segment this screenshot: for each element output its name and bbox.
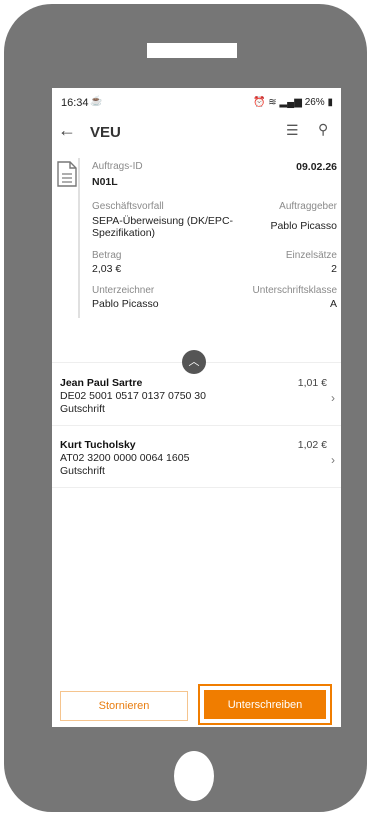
row-divider	[52, 425, 341, 426]
wifi-icon: ≋	[268, 97, 277, 108]
row-divider	[52, 487, 341, 488]
signal-icon: ▂▄▆	[279, 97, 302, 108]
sigclass-label: Unterschriftsklasse	[252, 285, 337, 296]
chevron-up-icon[interactable]: ︿	[182, 350, 206, 374]
phone-speaker	[147, 43, 237, 58]
cancel-button[interactable]: Stornieren	[60, 691, 188, 721]
sigclass-value: A	[329, 298, 337, 310]
payment-type: Gutschrift	[60, 403, 105, 415]
items-value: 2	[331, 263, 337, 275]
filter-list-icon[interactable]: ☰	[286, 122, 299, 139]
alarm-icon: ⏰	[253, 97, 266, 108]
battery-icon: ▮	[327, 97, 333, 108]
notification-icon: ☕	[90, 96, 103, 107]
status-icons: ⏰ ≋ ▂▄▆ 26% ▮	[253, 97, 333, 108]
items-label: Einzelsätze	[285, 250, 337, 261]
payee-name: Kurt Tucholsky	[60, 439, 136, 451]
back-arrow-icon[interactable]: ←	[58, 120, 76, 141]
home-button[interactable]	[174, 751, 214, 801]
payment-amount: 1,02 €	[297, 439, 327, 451]
order-id-value: N01L	[92, 176, 118, 188]
signer-label: Unterzeichner	[92, 285, 155, 296]
battery-level: 26%	[304, 97, 325, 108]
chevron-right-icon[interactable]: ›	[331, 391, 335, 405]
signer-value: Pablo Picasso	[92, 298, 159, 310]
detail-divider	[78, 158, 80, 318]
document-icon	[57, 161, 77, 187]
order-date: 09.02.26	[296, 161, 337, 173]
amount-value: 2,03 €	[92, 263, 122, 275]
app-bar: ← VEU ☰ ⚲	[52, 116, 341, 148]
principal-label: Auftraggeber	[279, 201, 337, 212]
order-id-label: Auftrags-ID	[92, 161, 143, 172]
payee-iban: DE02 5001 0517 0137 0750 30	[60, 390, 206, 402]
payment-type: Gutschrift	[60, 465, 105, 477]
phone-frame: 16:34 ☕ ⏰ ≋ ▂▄▆ 26% ▮ ← VEU ☰ ⚲ Auftrags…	[4, 4, 367, 812]
business-label: Geschäftsvorfall	[92, 201, 164, 212]
payee-name: Jean Paul Sartre	[60, 377, 143, 389]
sign-button[interactable]: Unterschreiben	[204, 690, 326, 719]
chevron-right-icon[interactable]: ›	[331, 453, 335, 467]
app-screen: 16:34 ☕ ⏰ ≋ ▂▄▆ 26% ▮ ← VEU ☰ ⚲ Auftrags…	[52, 88, 341, 727]
status-time: 16:34	[61, 97, 89, 109]
principal-value: Pablo Picasso	[270, 220, 337, 232]
sign-button-highlight: Unterschreiben	[198, 684, 332, 725]
business-value-line1: SEPA-Überweisung (DK/EPC-	[92, 215, 234, 227]
status-bar: 16:34 ☕ ⏰ ≋ ▂▄▆ 26% ▮	[52, 88, 341, 116]
page-title: VEU	[90, 124, 121, 141]
payment-amount: 1,01 €	[297, 377, 327, 389]
amount-label: Betrag	[92, 250, 122, 261]
search-icon[interactable]: ⚲	[318, 121, 328, 138]
payee-iban: AT02 3200 0000 0064 1605	[60, 452, 190, 464]
business-value-line2: Spezifikation)	[92, 227, 156, 239]
